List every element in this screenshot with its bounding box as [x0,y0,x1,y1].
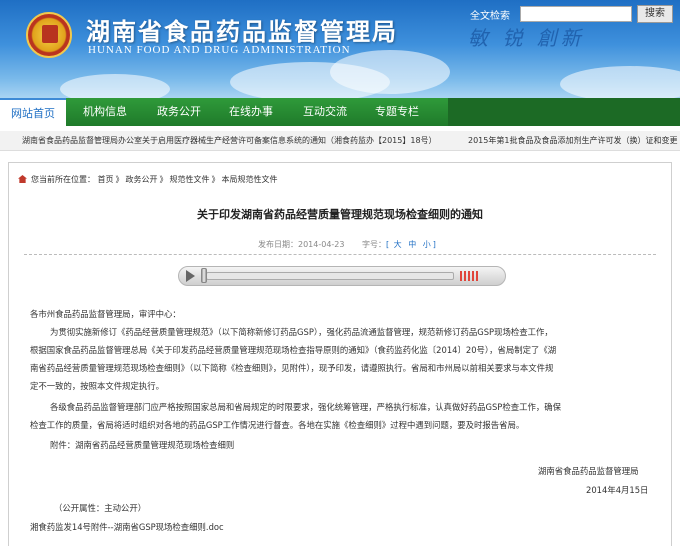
paragraph-2-line-1: 各级食品药品监督管理部门应严格按照国家总局和省局规定的时限要求，强化统筹管理，严… [50,402,561,412]
salutation: 各市州食品药品监督管理局，审评中心： [30,309,181,319]
ticker-item[interactable]: 2015年第1批食品及食品添加剂生产许可发（换）证和变更 [468,135,677,146]
breadcrumb: 您当前所在位置： 首页》政务公开》规范性文件》本局规范性文件 [18,174,278,185]
bracket-close: ] [432,240,436,249]
search-input[interactable] [520,6,632,22]
cloud-decoration [60,74,170,98]
search-label: 全文检索 [470,11,510,22]
nav-item-gov-affairs[interactable]: 政务公开 [146,98,212,126]
font-size-large[interactable]: 大 [394,240,402,249]
play-icon[interactable] [186,270,195,282]
home-icon [18,175,27,183]
search-button[interactable]: 搜索 [637,5,673,23]
font-size-medium[interactable]: 中 [408,240,416,249]
breadcrumb-separator: 》 [211,175,220,184]
nav-item-interaction[interactable]: 互动交流 [292,98,358,126]
news-ticker: 湖南省食品药品监督管理局办公室关于启用医疗器械生产经营许可备案信息系统的通知（湘… [0,131,680,151]
progress-handle[interactable] [201,268,207,283]
breadcrumb-item-home[interactable]: 首页 [98,175,114,184]
nav-item-special-topics[interactable]: 专题专栏 [364,98,430,126]
slogan: 敏 锐 創新 [468,26,585,50]
paragraph-2-line-2: 检查工作的质量，省局将适时组织对各地的药品GSP工作情况进行督查。各地在实施《检… [30,420,525,430]
cloud-decoration [560,66,680,98]
nav-item-home[interactable]: 网站首页 [0,98,66,126]
attachment-note: 附件：湖南省药品经营质量管理规范现场检查细则 [50,440,235,450]
cloud-decoration [330,50,450,94]
search-area [448,98,680,126]
breadcrumb-separator: 》 [159,175,168,184]
progress-track[interactable] [206,272,454,280]
volume-icon[interactable] [460,271,480,281]
nav-item-org-info[interactable]: 机构信息 [72,98,138,126]
paragraph-1-line-3: 南省药品经营质量管理规范现场检查细则》（以下简称《检查细则》，见附件），现予印发… [30,363,554,373]
attachment-file-link[interactable]: 湘食药监发14号附件--湖南省GSP现场检查细则.doc [30,521,224,533]
emblem-icon [26,12,72,58]
paragraph-1-line-1: 为贯彻实施新修订《药品经营质量管理规范》（以下简称新修订药品GSP），强化药品流… [50,327,553,337]
breadcrumb-item-bureau-docs[interactable]: 本局规范性文件 [222,175,278,184]
font-size-control: 字号：[ 大 中 小] [362,239,436,250]
breadcrumb-item-gov-affairs[interactable]: 政务公开 [126,175,158,184]
nav-item-online-service[interactable]: 在线办事 [218,98,284,126]
font-size-label: 字号： [362,240,386,249]
paragraph-1-line-4: 定不一致的，按照本文件规定执行。 [30,381,164,391]
font-size-small[interactable]: 小 [423,240,431,249]
ticker-item[interactable]: 湖南省食品药品监督管理局办公室关于启用医疗器械生产经营许可备案信息系统的通知（湘… [22,135,437,146]
site-title: 湖南省食品药品监督管理局 [86,18,398,46]
divider [24,254,656,255]
main-nav: 网站首页 机构信息 政务公开 在线办事 互动交流 专题专栏 [0,98,680,126]
paragraph-1-line-2: 根据国家食品药品监督管理总局《关于印发药品经营质量管理规范现场检查指导原则的通知… [30,345,557,355]
public-attribute: （公开属性：主动公开） [54,503,147,513]
breadcrumb-item-normative-docs[interactable]: 规范性文件 [170,175,210,184]
document-title: 关于印发湖南省药品经营质量管理规范现场检查细则的通知 [197,208,483,221]
bracket-open: [ [386,240,390,249]
site-subtitle: HUNAN FOOD AND DRUG ADMINISTRATION [88,44,351,56]
signature-date: 2014年4月15日 [586,485,649,495]
breadcrumb-separator: 》 [115,175,124,184]
signature-org: 湖南省食品药品监督管理局 [538,466,639,476]
publish-date: 发布日期：2014-04-23 [258,240,345,249]
breadcrumb-prefix: 您当前所在位置： [31,175,95,184]
